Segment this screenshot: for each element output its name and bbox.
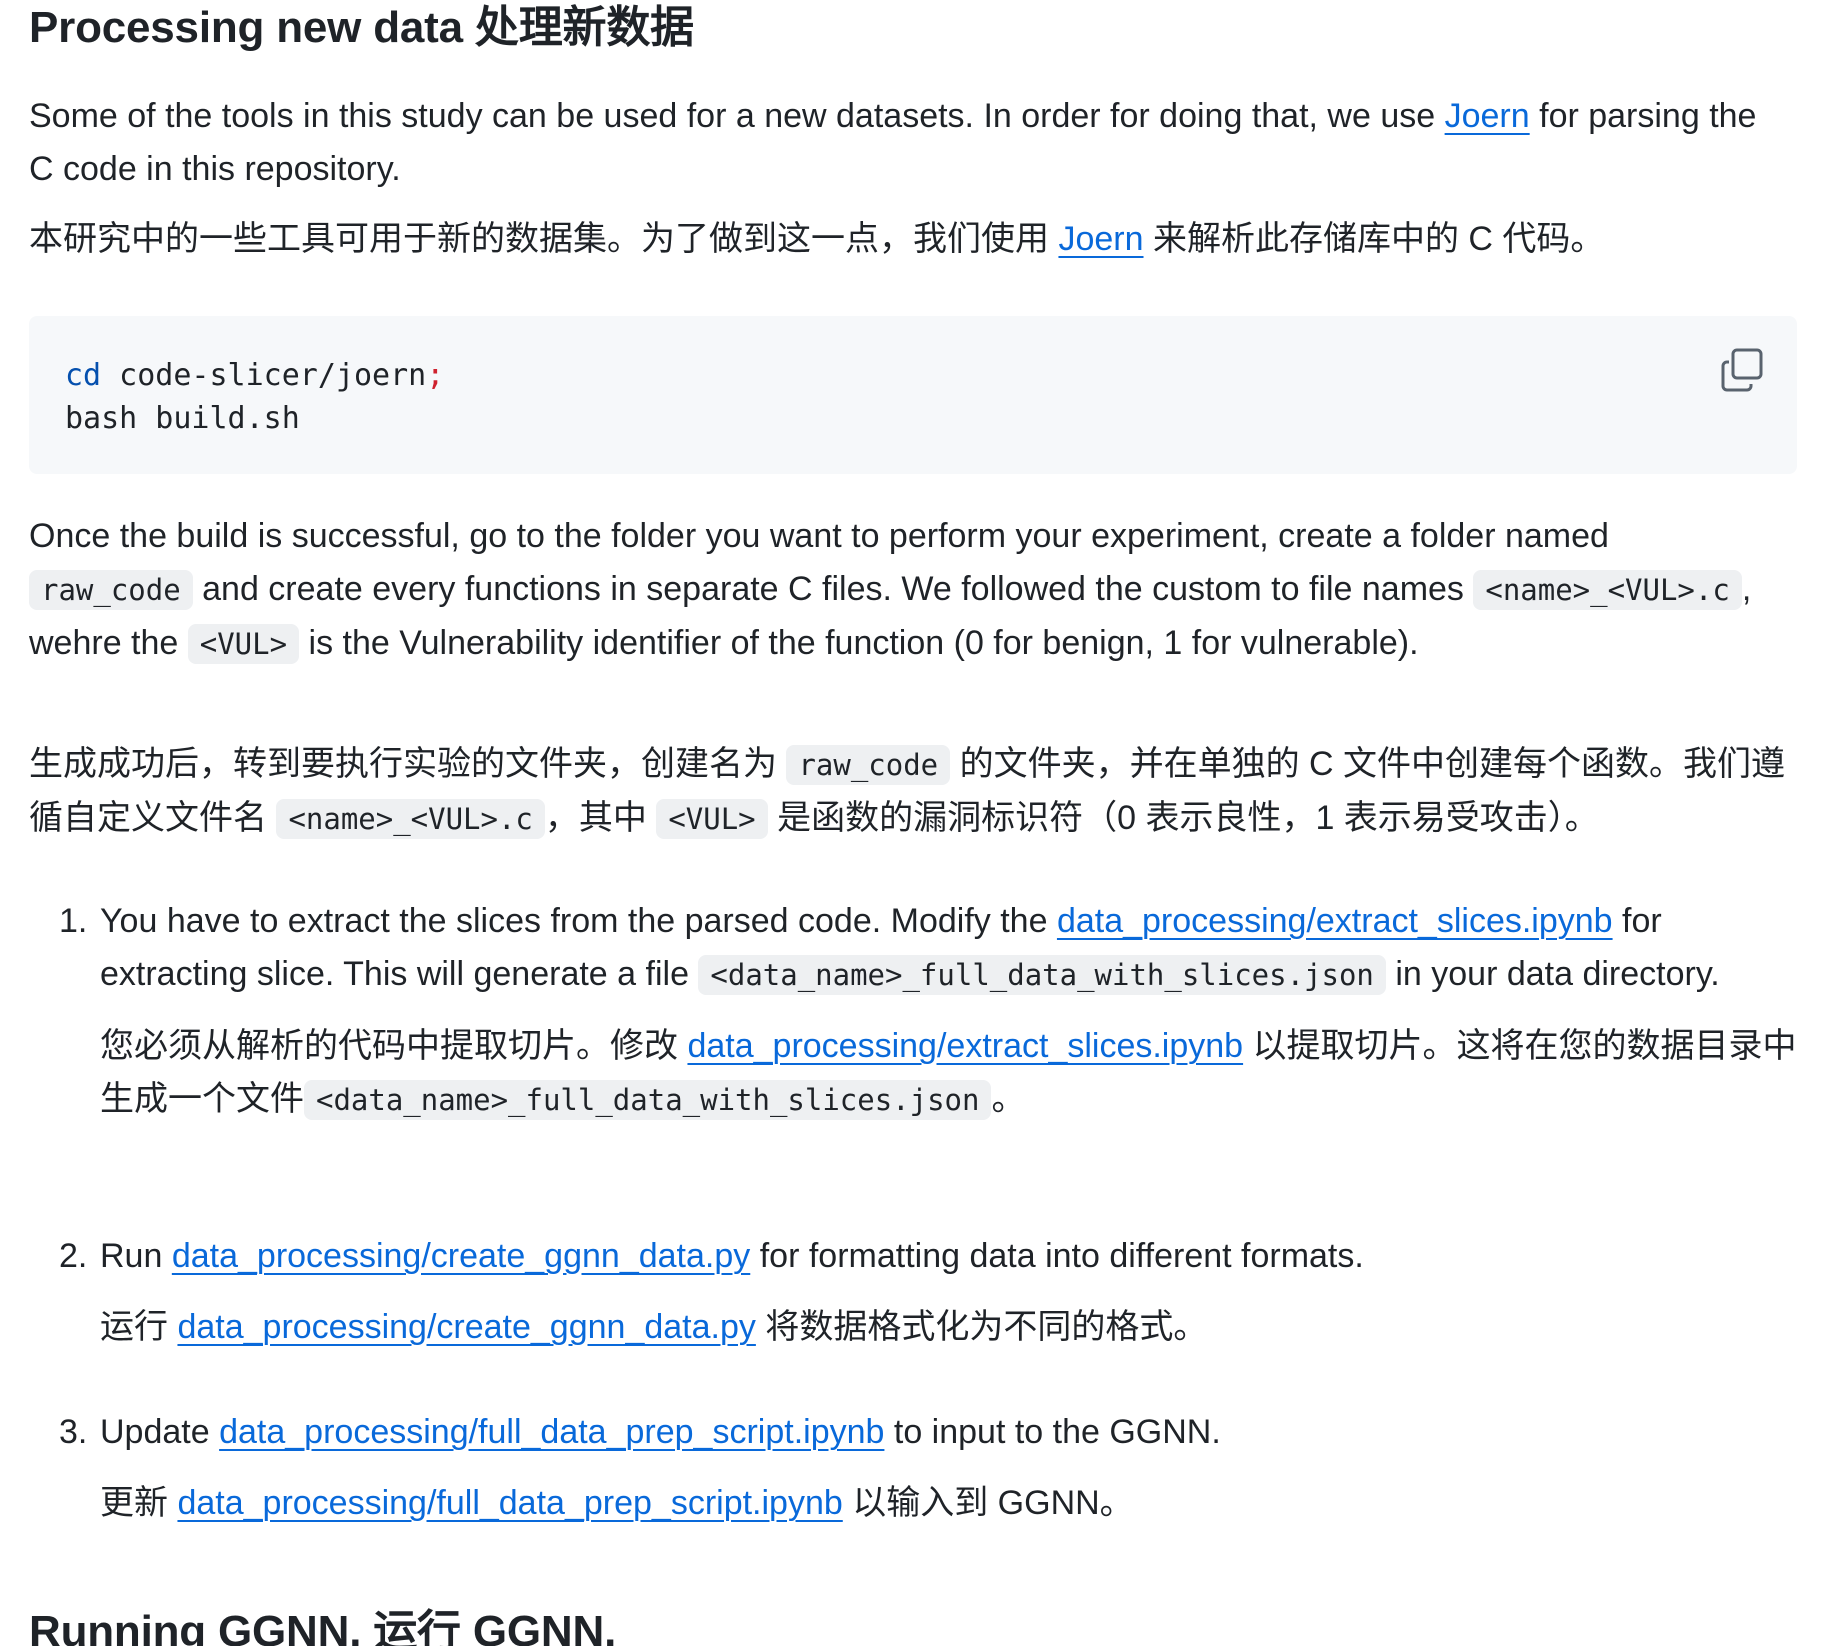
extract-slices-link-zh[interactable]: data_processing/extract_slices.ipynb: [687, 1027, 1243, 1065]
inline-code-raw-code: raw_code: [29, 570, 193, 610]
markdown-page: Processing new data 处理新数据 Some of the to…: [0, 0, 1828, 1646]
code-line-2: bash build.sh: [65, 401, 300, 436]
list-number: 2.: [59, 1237, 88, 1275]
step-text-en: Update data_processing/full_data_prep_sc…: [100, 1413, 1221, 1451]
create-ggnn-data-link[interactable]: data_processing/create_ggnn_data.py: [172, 1237, 750, 1275]
intro-paragraph-en: Some of the tools in this study can be u…: [29, 97, 1757, 188]
step-text-en: You have to extract the slices from the …: [100, 902, 1720, 995]
list-item: 2. Run data_processing/create_ggnn_data.…: [29, 1230, 1797, 1406]
step-text-zh: 运行 data_processing/create_ggnn_data.py 将…: [100, 1308, 1208, 1346]
create-ggnn-data-link-zh[interactable]: data_processing/create_ggnn_data.py: [177, 1308, 755, 1346]
full-data-prep-link[interactable]: data_processing/full_data_prep_script.ip…: [219, 1413, 884, 1451]
inline-code-raw-code-zh: raw_code: [786, 745, 951, 785]
list-number: 3.: [59, 1413, 88, 1451]
list-item: 3. Update data_processing/full_data_prep…: [29, 1406, 1797, 1566]
inline-code-vul: <VUL>: [187, 624, 300, 664]
code-semicolon: ;: [426, 358, 445, 393]
code-argument: code-slicer/joern: [101, 358, 427, 393]
joern-link-zh[interactable]: Joern: [1058, 220, 1143, 258]
step-text-zh: 更新 data_processing/full_data_prep_script…: [100, 1484, 1134, 1522]
build-paragraph-en: Once the build is successful, go to the …: [29, 517, 1752, 664]
step-text-zh: 您必须从解析的代码中提取切片。修改 data_processing/extrac…: [100, 1027, 1797, 1120]
code-block: cd code-slicer/joern; bash build.sh: [29, 316, 1797, 474]
list-item: 1. You have to extract the slices from t…: [29, 895, 1797, 1230]
section-heading: Processing new data 处理新数据: [29, 3, 694, 52]
build-paragraph-zh: 生成成功后，转到要执行实验的文件夹，创建名为 raw_code 的文件夹，并在单…: [29, 745, 1786, 839]
list-number: 1.: [59, 902, 88, 940]
inline-code-output-file-zh: <data_name>_full_data_with_slices.json: [304, 1080, 992, 1120]
step-text-en: Run data_processing/create_ggnn_data.py …: [100, 1237, 1364, 1275]
next-section-heading: Running GGNN. 运行 GGNN.: [29, 1607, 617, 1646]
inline-code-filename-pattern: <name>_<VUL>.c: [1473, 570, 1742, 610]
inline-code-filename-pattern-zh: <name>_<VUL>.c: [276, 799, 545, 839]
inline-code-output-file: <data_name>_full_data_with_slices.json: [698, 955, 1386, 995]
extract-slices-link[interactable]: data_processing/extract_slices.ipynb: [1057, 902, 1613, 940]
joern-link[interactable]: Joern: [1445, 97, 1530, 135]
copy-icon: [1721, 348, 1763, 392]
code-content[interactable]: cd code-slicer/joern; bash build.sh: [65, 354, 444, 440]
copy-button[interactable]: [1719, 346, 1767, 394]
steps-list: 1. You have to extract the slices from t…: [29, 895, 1797, 1566]
code-keyword: cd: [65, 358, 102, 393]
intro-paragraph-zh: 本研究中的一些工具可用于新的数据集。为了做到这一点，我们使用 Joern 来解析…: [29, 220, 1605, 258]
inline-code-vul-zh: <VUL>: [656, 799, 768, 839]
full-data-prep-link-zh[interactable]: data_processing/full_data_prep_script.ip…: [177, 1484, 842, 1522]
